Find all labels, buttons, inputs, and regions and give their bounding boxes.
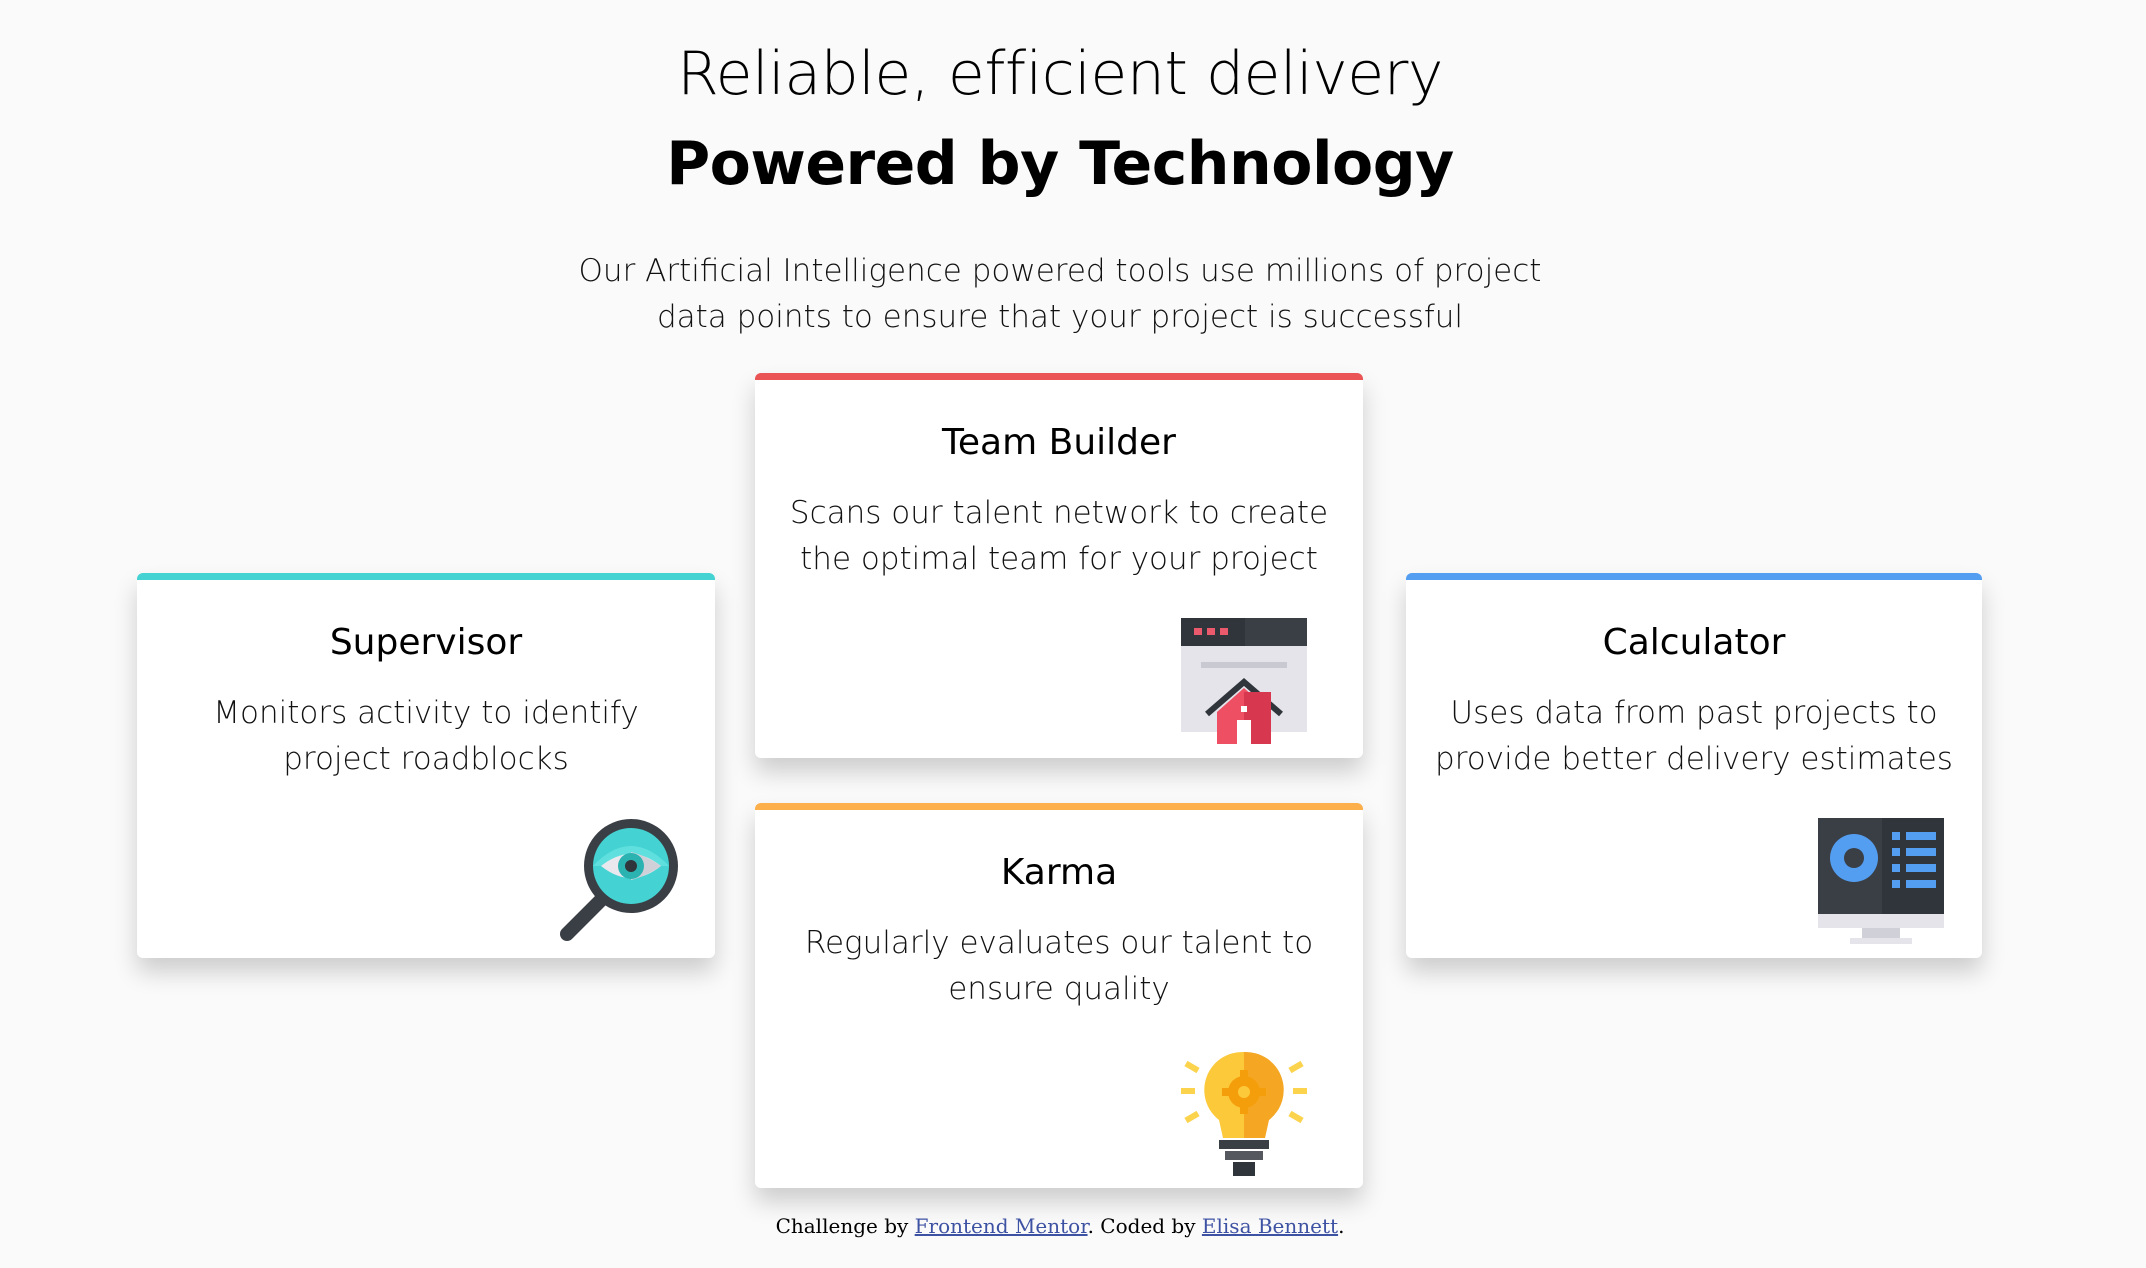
card-supervisor: Supervisor Monitors activity to identify… xyxy=(137,573,715,958)
footer-suffix: . xyxy=(1338,1214,1345,1238)
card-title: Supervisor xyxy=(329,622,523,663)
card-text: Uses data from past projects to provide … xyxy=(1435,695,1953,777)
card-title: Karma xyxy=(1000,852,1118,893)
footer-prefix: Challenge by xyxy=(775,1214,915,1238)
card-calculator: Calculator Uses data from past projects … xyxy=(1406,573,1982,958)
card-title: Calculator xyxy=(1602,622,1786,663)
card-title: Team Builder xyxy=(942,422,1176,463)
author-link[interactable]: Elisa Bennett xyxy=(1202,1214,1338,1238)
card-text: Monitors activity to identify project ro… xyxy=(213,695,639,777)
calculator-monitor-icon xyxy=(1818,818,1944,944)
footer-middle: . Coded by xyxy=(1087,1214,1202,1238)
team-builder-house-icon xyxy=(1181,618,1307,744)
page-header: Reliable, efficient delivery Powered by … xyxy=(0,30,2120,210)
intro-text: Our Artificial Intelligence powered tool… xyxy=(578,253,1542,335)
headline-light: Reliable, efficient delivery xyxy=(677,39,1443,109)
card-karma: Karma Regularly evaluates our talent to … xyxy=(755,803,1363,1188)
headline-bold: Powered by Technology xyxy=(666,129,1454,199)
karma-lightbulb-icon xyxy=(1181,1051,1307,1176)
frontend-mentor-link[interactable]: Frontend Mentor xyxy=(915,1214,1088,1238)
card-text: Scans our talent network to create the o… xyxy=(789,495,1329,577)
card-text: Regularly evaluates our talent to ensure… xyxy=(804,925,1314,1007)
card-team-builder: Team Builder Scans our talent network to… xyxy=(755,373,1363,758)
attribution-footer: Challenge by Frontend Mentor. Coded by E… xyxy=(0,1214,2120,1238)
supervisor-magnifier-icon xyxy=(560,819,678,941)
